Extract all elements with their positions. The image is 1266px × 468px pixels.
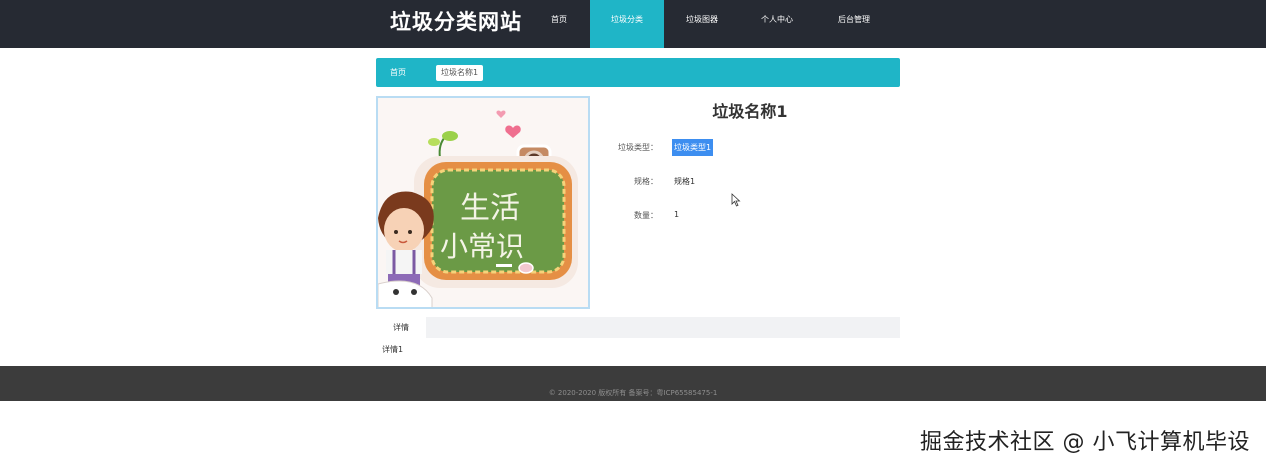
attr-value-quantity: 1 (674, 210, 680, 219)
breadcrumb-current: 垃圾名称1 (436, 65, 484, 81)
site-title[interactable]: 垃圾分类网站 (390, 8, 522, 36)
breadcrumb-home-link[interactable]: 首页 (390, 67, 406, 78)
footer: © 2020-2020 版权所有 备案号：粤ICP65585475-1 (0, 366, 1266, 401)
product-title: 垃圾名称1 (712, 102, 788, 121)
attr-label-type: 垃圾类型： (618, 143, 658, 152)
life-tips-illustration: 生活 小常识 (378, 110, 578, 307)
watermark: 掘金技术社区 @ 小飞计算机毕设 (920, 430, 1250, 455)
attr-value-type: 垃圾类型1 (672, 139, 714, 156)
top-navbar: 垃圾分类网站 首页 垃圾分类 垃圾图器 个人中心 后台管理 (0, 0, 1266, 48)
attr-label-quantity: 数量： (634, 211, 658, 220)
tab-content-details: 详情1 (382, 345, 404, 354)
image-text-line1: 生活 (460, 191, 520, 226)
mouse-cursor-icon (731, 193, 741, 207)
nav-item-admin[interactable]: 后台管理 (820, 0, 888, 48)
attr-label-spec: 规格： (634, 177, 658, 186)
detail-tabs: 详情 (376, 317, 900, 338)
product-image: 生活 小常识 (376, 96, 590, 309)
nav-item-garbage-bins[interactable]: 垃圾图器 (668, 0, 736, 48)
breadcrumb: 首页 垃圾名称1 (376, 58, 900, 87)
nav-item-personal-center[interactable]: 个人中心 (744, 0, 810, 48)
nav-item-garbage-category[interactable]: 垃圾分类 (590, 0, 664, 48)
tab-details[interactable]: 详情 (376, 317, 426, 338)
image-text-line2: 小常识 (440, 230, 524, 263)
footer-copyright: © 2020-2020 版权所有 备案号：粤ICP65585475-1 (548, 389, 718, 397)
attr-value-spec: 规格1 (674, 177, 696, 186)
nav-item-home[interactable]: 首页 (536, 0, 582, 48)
